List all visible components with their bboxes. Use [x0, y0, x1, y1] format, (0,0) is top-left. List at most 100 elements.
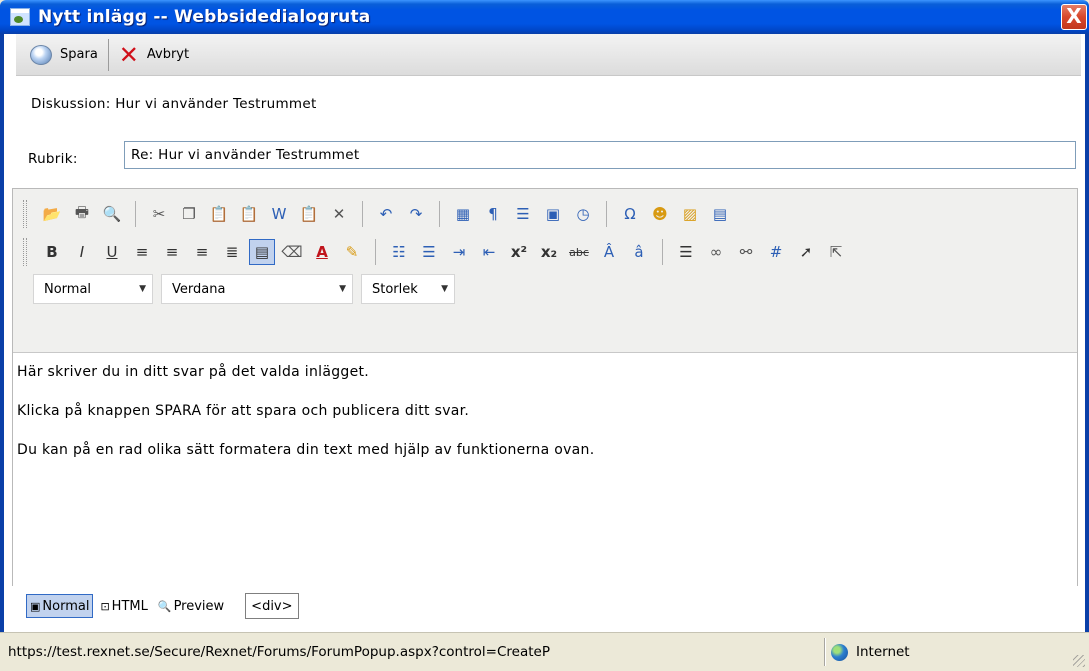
security-zone-label: Internet — [856, 644, 910, 660]
highlight-icon[interactable]: ✎ — [339, 239, 365, 265]
paste-html-icon[interactable]: 📋 — [296, 201, 322, 227]
content-paragraph: Du kan på en rad olika sätt formatera di… — [17, 442, 595, 459]
html-view-icon: ⊡ — [100, 599, 110, 613]
mode-normal-tab[interactable]: ▣ Normal — [26, 594, 94, 618]
text-color-icon[interactable]: A — [309, 239, 335, 265]
subscript-icon[interactable]: x₂ — [536, 239, 562, 265]
cancel-button[interactable]: ✕ Avbryt — [115, 39, 193, 71]
bulleted-list-icon[interactable]: ☰ — [416, 239, 442, 265]
bold-icon[interactable]: B — [39, 239, 65, 265]
insert-rule-icon[interactable]: ☰ — [510, 201, 536, 227]
globe-icon — [831, 643, 848, 661]
toolbar-separator — [662, 239, 663, 265]
grid-icon[interactable]: # — [763, 239, 789, 265]
smiley-icon[interactable]: ☻ — [647, 201, 673, 227]
discussion-label: Diskussion: — [31, 96, 111, 112]
toolbar-separator — [439, 201, 440, 227]
toolbar-separator — [375, 239, 376, 265]
table-icon[interactable]: ▤ — [707, 201, 733, 227]
copy-icon[interactable]: ❐ — [176, 201, 202, 227]
mode-preview-label: Preview — [173, 598, 225, 614]
window-title: Nytt inlägg -- Webbsidedialogruta — [38, 7, 371, 27]
size-select[interactable]: Storlek ▼ — [361, 274, 455, 304]
editor-content[interactable]: Här skriver du in ditt svar på det valda… — [13, 353, 1077, 491]
print-icon[interactable]: 🖶 — [69, 201, 95, 227]
delete-icon[interactable]: ✕ — [326, 201, 352, 227]
close-button[interactable]: X — [1061, 4, 1087, 30]
content-paragraph: Klicka på knappen SPARA för att spara oc… — [17, 403, 470, 420]
toolbar-separator — [362, 201, 363, 227]
symbol-icon[interactable]: Ω — [617, 201, 643, 227]
lowercase-icon[interactable]: â — [626, 239, 652, 265]
align-center-icon[interactable]: ≡ — [159, 239, 185, 265]
save-button[interactable]: Spara — [26, 39, 102, 71]
paste-word-icon[interactable]: W — [266, 201, 292, 227]
action-bar: Spara ✕ Avbryt — [16, 34, 1081, 76]
status-bar: https://test.rexnet.se/Secure/Rexnet/For… — [0, 632, 1089, 671]
indent-icon[interactable]: ⇥ — [446, 239, 472, 265]
justify-icon[interactable]: ≣ — [219, 239, 245, 265]
format-dropdown-row: Normal ▼ Verdana ▼ Storlek ▼ — [13, 271, 1077, 307]
outdent-icon[interactable]: ⇤ — [476, 239, 502, 265]
mode-html-tab[interactable]: ⊡ HTML — [97, 594, 150, 618]
format-select-value: Normal — [44, 281, 92, 297]
remove-format-icon[interactable]: ⌫ — [279, 239, 305, 265]
font-select-value: Verdana — [172, 281, 226, 297]
find-icon[interactable]: 🔍 — [99, 201, 125, 227]
size-select-value: Storlek — [372, 281, 418, 297]
normal-view-icon: ▣ — [30, 599, 41, 613]
redo-icon[interactable]: ↷ — [403, 201, 429, 227]
align-right-icon[interactable]: ≡ — [189, 239, 215, 265]
toolbar-separator — [606, 201, 607, 227]
undo-icon[interactable]: ↶ — [373, 201, 399, 227]
toolbar-handle — [23, 238, 27, 266]
toolbar-row-1: 📂 🖶 🔍 ✂ ❐ 📋 📋 W 📋 ✕ ↶ ↷ ▦ ¶ ☰ ▣ ◷ Ω ☻ ▨ … — [13, 195, 1077, 233]
unlink-icon[interactable]: ⚯ — [733, 239, 759, 265]
insert-paragraph-icon[interactable]: ¶ — [480, 201, 506, 227]
spellcheck-icon[interactable]: ▦ — [450, 201, 476, 227]
cut-icon[interactable]: ✂ — [146, 201, 172, 227]
chevron-down-icon: ▼ — [441, 284, 448, 294]
italic-icon[interactable]: I — [69, 239, 95, 265]
webpage-dialog-icon — [10, 8, 30, 26]
format-select[interactable]: Normal ▼ — [33, 274, 153, 304]
align-left-icon[interactable]: ≡ — [129, 239, 155, 265]
tag-path-button[interactable]: <div> — [245, 593, 299, 619]
link-icon[interactable]: ∞ — [703, 239, 729, 265]
insert-date-icon[interactable]: ▣ — [540, 201, 566, 227]
save-icon — [30, 44, 52, 65]
rich-text-editor: 📂 🖶 🔍 ✂ ❐ 📋 📋 W 📋 ✕ ↶ ↷ ▦ ¶ ☰ ▣ ◷ Ω ☻ ▨ … — [12, 188, 1078, 588]
open-icon[interactable]: 📂 — [39, 201, 65, 227]
toolbar-handle — [23, 200, 27, 228]
image-icon[interactable]: ▨ — [677, 201, 703, 227]
justify-full-icon[interactable]: ▤ — [249, 239, 275, 265]
save-button-label: Spara — [60, 47, 98, 62]
horizontal-rule-icon[interactable]: ☰ — [673, 239, 699, 265]
subject-label: Rubrik: — [28, 151, 78, 167]
font-select[interactable]: Verdana ▼ — [161, 274, 353, 304]
editor-toolbar: 📂 🖶 🔍 ✂ ❐ 📋 📋 W 📋 ✕ ↶ ↷ ▦ ¶ ☰ ▣ ◷ Ω ☻ ▨ … — [13, 189, 1077, 353]
action-separator — [107, 38, 109, 71]
pointer-icon[interactable]: ⇱ — [823, 239, 849, 265]
insert-time-icon[interactable]: ◷ — [570, 201, 596, 227]
discussion-line: Diskussion: Hur vi använder Testrummet — [31, 96, 317, 112]
uppercase-icon[interactable]: Â — [596, 239, 622, 265]
strikethrough-icon[interactable]: abc — [566, 239, 592, 265]
mode-preview-tab[interactable]: 🔍 Preview — [155, 594, 227, 618]
underline-icon[interactable]: U — [99, 239, 125, 265]
title-bar: Nytt inlägg -- Webbsidedialogruta X — [0, 0, 1089, 34]
select-all-icon[interactable]: ➚ — [793, 239, 819, 265]
status-url: https://test.rexnet.se/Secure/Rexnet/For… — [8, 644, 550, 660]
subject-input[interactable] — [124, 141, 1076, 169]
superscript-icon[interactable]: x² — [506, 239, 532, 265]
security-zone: Internet — [825, 643, 910, 661]
mode-normal-label: Normal — [42, 598, 90, 614]
paste-icon[interactable]: 📋 — [206, 201, 232, 227]
chevron-down-icon: ▼ — [139, 284, 146, 294]
preview-icon: 🔍 — [157, 599, 172, 613]
resize-grip[interactable] — [1073, 655, 1085, 667]
discussion-value: Hur vi använder Testrummet — [115, 96, 317, 112]
toolbar-row-2: B I U ≡ ≡ ≡ ≣ ▤ ⌫ A ✎ ☷ ☰ ⇥ ⇤ x² x₂ abc … — [13, 233, 1077, 271]
paste-text-icon[interactable]: 📋 — [236, 201, 262, 227]
numbered-list-icon[interactable]: ☷ — [386, 239, 412, 265]
